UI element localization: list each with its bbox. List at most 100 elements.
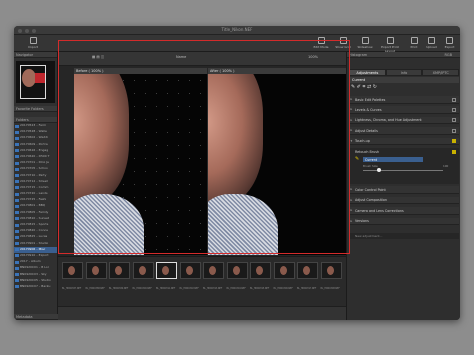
edit-mode-button[interactable]: Edit Mode <box>310 37 332 49</box>
adjustment-section-label: Color Control Point <box>355 187 386 192</box>
adjustment-section[interactable]: Versions <box>349 217 459 225</box>
filmstrip-thumbnail[interactable]: BL_HDR0395.NEF <box>250 262 271 290</box>
retouch-brush-checkbox[interactable] <box>452 150 456 154</box>
after-pane[interactable]: After ( 100% ) <box>208 68 346 255</box>
adjustment-section-label: Adjust Details <box>355 128 378 133</box>
sort-name-label[interactable]: Name <box>176 55 186 59</box>
navigator-viewport-rect[interactable] <box>20 65 46 99</box>
filmstrip-thumbnail[interactable]: BL_HDR0388.NEF <box>85 262 107 290</box>
adjustment-section-label: Adjust Composition <box>355 198 387 202</box>
folder-item[interactable]: BN0920C07 – Backu <box>14 284 57 290</box>
filmstrip-thumbnail[interactable]: BL_HDR0396.NEF <box>273 262 295 290</box>
print-button[interactable]: Print <box>406 37 422 49</box>
grid-icon <box>339 37 347 44</box>
histogram-label: Histogram <box>349 53 368 57</box>
upload-button[interactable]: Upload <box>423 37 440 49</box>
slideshow-icon <box>361 37 369 44</box>
adjustment-section[interactable]: Color Control Point <box>349 186 459 194</box>
import-button[interactable]: Import <box>22 37 44 49</box>
new-adjustment-field[interactable]: New adjustment... <box>349 233 459 239</box>
filmstrip-thumbnail[interactable]: BL_HDR0390.NEF <box>132 262 154 290</box>
viewer-area: ▦ ▤ ◫ Name 100% Before ( 100% ) After ( … <box>58 52 346 320</box>
show-grid-button[interactable]: Show Grid <box>332 37 354 49</box>
edit-icon <box>317 37 325 44</box>
navigator-header[interactable]: Navigator <box>14 52 57 58</box>
slideshow-button[interactable]: Slideshow <box>354 37 376 49</box>
adjustment-section[interactable]: Touch-up <box>349 137 459 146</box>
filmstrip-filename: BL_HDR0398.NEF <box>320 287 340 290</box>
adjustment-section-label: Levels & Curves <box>355 107 382 112</box>
navigator-preview[interactable] <box>16 61 55 103</box>
adjustment-section[interactable]: Camera and Lens Corrections <box>349 207 459 215</box>
section-enable-checkbox[interactable] <box>452 97 456 102</box>
print-layout-icon <box>386 37 394 44</box>
filmstrip-thumbnail[interactable]: BL_HDR0394.NEF <box>226 262 248 290</box>
brush-current-select[interactable]: Current <box>363 157 423 162</box>
print-icon <box>410 37 418 44</box>
adjustment-section-label: Basic Edit Palettes <box>355 97 386 102</box>
window-title: Title_Nikon.NEF <box>221 27 253 32</box>
adjustment-tabs: Adjustments Info XMP/IPTC <box>349 69 460 76</box>
tab-info[interactable]: Info <box>385 69 423 76</box>
before-photo[interactable] <box>74 74 207 255</box>
portrait-shirt-retouched <box>208 194 278 255</box>
filmstrip-thumbnail[interactable]: BL_HDR0398.NEF <box>320 262 342 290</box>
metadata-header[interactable]: Metadata <box>14 314 58 320</box>
filmstrip-thumbnail[interactable]: BL_HDR0387.NEF <box>62 262 83 290</box>
filmstrip-filename: BL_HDR0394.NEF <box>226 287 246 290</box>
section-enable-checkbox[interactable] <box>452 107 456 112</box>
filmstrip-filename: BL_HDR0391.NEF <box>156 287 176 290</box>
adjustment-section[interactable]: Levels & Curves <box>349 106 459 114</box>
before-pane[interactable]: Before ( 100% ) <box>74 68 207 255</box>
filmstrip-filename: BL_HDR0387.NEF <box>62 287 82 290</box>
adjust-tools-icons[interactable]: ✎ ✐ ⌗ ⇄ ↻ <box>351 84 377 90</box>
filmstrip-filename: BL_HDR0390.NEF <box>132 287 152 290</box>
filmstrip-thumbnail[interactable]: BL_HDR0397.NEF <box>297 262 318 290</box>
adjustment-section-label: Versions <box>355 219 369 223</box>
viewer-bottom-bar <box>58 306 346 320</box>
retouch-brush-label: Retouch Brush <box>355 150 380 154</box>
histogram-header[interactable]: Histogram RGB <box>347 52 460 58</box>
section-enable-checkbox[interactable] <box>452 118 456 123</box>
title-bar: Title_Nikon.NEF <box>14 26 460 35</box>
export-print-layout-button[interactable]: Export Print Layout <box>376 37 404 53</box>
brush-size-label: Brush Size <box>363 164 378 168</box>
section-enable-checkbox[interactable] <box>452 139 456 144</box>
brush-size-slider-knob[interactable] <box>377 168 381 172</box>
export-icon <box>446 37 453 44</box>
adjustment-section[interactable]: Basic Edit Palettes <box>349 96 459 104</box>
zoom-value[interactable]: 100% <box>308 55 318 59</box>
app-window: Title_Nikon.NEF Import Edit Mode Show Gr… <box>14 26 460 320</box>
brush-size-slider[interactable] <box>363 168 443 172</box>
tab-adjustments[interactable]: Adjustments <box>349 69 386 76</box>
filmstrip-filename: BL_HDR0388.NEF <box>85 287 105 290</box>
folder-list: 20170523 – Farm 20170528 – Walle 20170602 … <box>14 123 57 290</box>
filmstrip-thumbnail[interactable]: BL_HDR0391.NEF <box>156 262 177 290</box>
filmstrip-thumbnail[interactable]: BL_HDR0389.NEF <box>109 262 130 290</box>
adjustment-section[interactable]: Adjust Details <box>349 127 459 135</box>
filmstrip: BL_HDR0387.NEF BL_HDR0388.NEF BL_HDR0389.N… <box>58 256 346 306</box>
adjustment-section[interactable]: Lightness, Chroma, and Hue Adjustment <box>349 116 459 125</box>
adjustment-section-label: Camera and Lens Corrections <box>355 208 404 213</box>
filmstrip-filename: BL_HDR0389.NEF <box>109 287 129 290</box>
upload-icon <box>428 37 435 44</box>
current-adjustment-select[interactable]: Current <box>349 77 459 83</box>
brush-size-value: 100 <box>443 164 449 168</box>
retouch-brush-panel: Retouch Brush ✎ Current Brush Size 100 <box>349 148 459 184</box>
section-enable-checkbox[interactable] <box>452 128 456 133</box>
filmstrip-thumbnail[interactable]: BL_HDR0392.NEF <box>179 262 201 290</box>
tab-xmp-iptc[interactable]: XMP/IPTC <box>422 69 460 76</box>
export-button[interactable]: Export <box>441 37 458 49</box>
main-toolbar: Import Edit Mode Show Grid Slideshow Exp… <box>14 35 460 53</box>
adjustment-section-label: Touch-up <box>355 139 370 144</box>
filmstrip-thumbnail[interactable]: BL_HDR0393.NEF <box>203 262 224 290</box>
after-photo[interactable] <box>208 74 346 255</box>
view-mode-icon[interactable]: ▦ ▤ ◫ <box>92 55 104 59</box>
histogram-mode[interactable]: RGB <box>444 53 452 57</box>
adjustment-section[interactable]: Adjust Composition <box>349 196 459 204</box>
filmstrip-filename: BL_HDR0393.NEF <box>203 287 223 290</box>
filmstrip-filename: BL_HDR0395.NEF <box>250 287 270 290</box>
filmstrip-filename: BL_HDR0392.NEF <box>179 287 199 290</box>
import-icon <box>29 37 37 44</box>
brush-icon[interactable]: ✎ <box>355 156 359 162</box>
